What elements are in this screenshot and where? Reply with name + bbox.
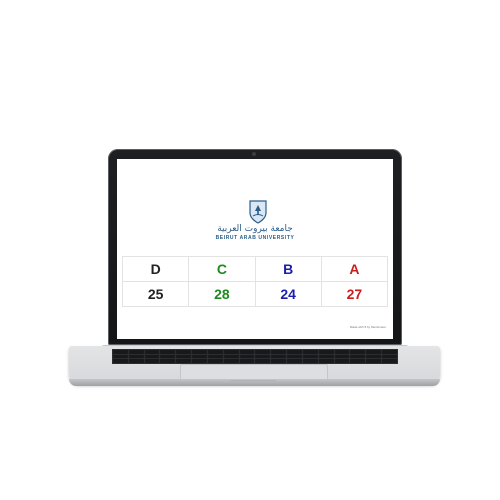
university-logo: جامعة بيروت العربية BEIRUT ARAB UNIVERSI… (117, 199, 393, 247)
keyboard-key (192, 354, 207, 359)
keyboard-key (287, 359, 302, 363)
keyboard-key (382, 359, 397, 363)
keyboard-key (223, 359, 239, 363)
keyboard-key (318, 359, 334, 363)
keyboard-key (255, 354, 271, 359)
keyboard-key (144, 359, 160, 363)
keyboard-key (239, 350, 255, 354)
keyboard-key (382, 354, 397, 359)
keyboard-key (366, 350, 382, 354)
keyboard-key (366, 354, 382, 359)
grade-label-c: C (188, 256, 256, 282)
university-name-english: BEIRUT ARAB UNIVERSITY (215, 235, 295, 241)
grade-label-b: B (254, 256, 322, 282)
keyboard-key (128, 359, 144, 363)
keyboard-key (207, 354, 223, 359)
keyboard-key (144, 350, 160, 354)
grade-label-a: A (320, 256, 389, 282)
keyboard-key (192, 350, 207, 354)
keyboard-key (350, 359, 366, 363)
keyboard-key (350, 354, 366, 359)
keyboard-key (207, 359, 223, 363)
keyboard-key (271, 359, 287, 363)
grade-count-b: 24 (254, 281, 322, 307)
keyboard-key (334, 359, 350, 363)
grade-count-c: 28 (188, 281, 256, 307)
keyboard-key (382, 350, 397, 354)
keyboard-key (113, 359, 128, 363)
keyboard-key (287, 350, 302, 354)
keyboard-key (113, 354, 128, 359)
keyboard-key (366, 359, 382, 363)
keyboard-key (144, 354, 160, 359)
keyboard-key (350, 350, 366, 354)
credit-text: Made with ♥ by Mentimeter (349, 325, 386, 329)
grade-count-row: 25 28 24 27 (121, 281, 389, 307)
keyboard-key (334, 354, 350, 359)
keyboard (112, 349, 398, 364)
keyboard-key (176, 359, 192, 363)
grade-count-d: 25 (121, 281, 190, 307)
keyboard-key (239, 354, 255, 359)
keyboard-key (302, 359, 318, 363)
grade-count-a: 27 (320, 281, 389, 307)
keyboard-key (160, 350, 176, 354)
keyboard-key (239, 359, 255, 363)
keyboard-key (271, 350, 287, 354)
laptop-lid: جامعة بيروت العربية BEIRUT ARAB UNIVERSI… (108, 149, 402, 345)
keyboard-key (128, 354, 144, 359)
laptop-screen: جامعة بيروت العربية BEIRUT ARAB UNIVERSI… (117, 159, 393, 339)
keyboard-key (176, 354, 192, 359)
university-name-arabic: جامعة بيروت العربية (217, 224, 293, 234)
keyboard-key (318, 350, 334, 354)
university-emblem-icon (249, 200, 267, 224)
keyboard-key (223, 354, 239, 359)
keyboard-key (223, 350, 239, 354)
keyboard-key (113, 350, 128, 354)
grade-label-d: D (121, 256, 190, 282)
keyboard-key (255, 350, 271, 354)
grade-distribution-table: D C B A 25 28 24 27 (121, 256, 389, 307)
keyboard-key (302, 354, 318, 359)
keyboard-key (128, 350, 144, 354)
keyboard-key (334, 350, 350, 354)
keyboard-key (287, 354, 302, 359)
keyboard-key (255, 359, 271, 363)
webcam (252, 152, 256, 156)
keyboard-key (318, 354, 334, 359)
keyboard-key (302, 350, 318, 354)
keyboard-key (160, 359, 176, 363)
keyboard-key (207, 350, 223, 354)
keyboard-key (192, 359, 207, 363)
grade-label-row: D C B A (121, 256, 389, 282)
laptop-scene: جامعة بيروت العربية BEIRUT ARAB UNIVERSI… (0, 0, 500, 500)
lid-open-notch (230, 380, 276, 383)
keyboard-key (271, 354, 287, 359)
keyboard-key (160, 354, 176, 359)
keyboard-key (176, 350, 192, 354)
